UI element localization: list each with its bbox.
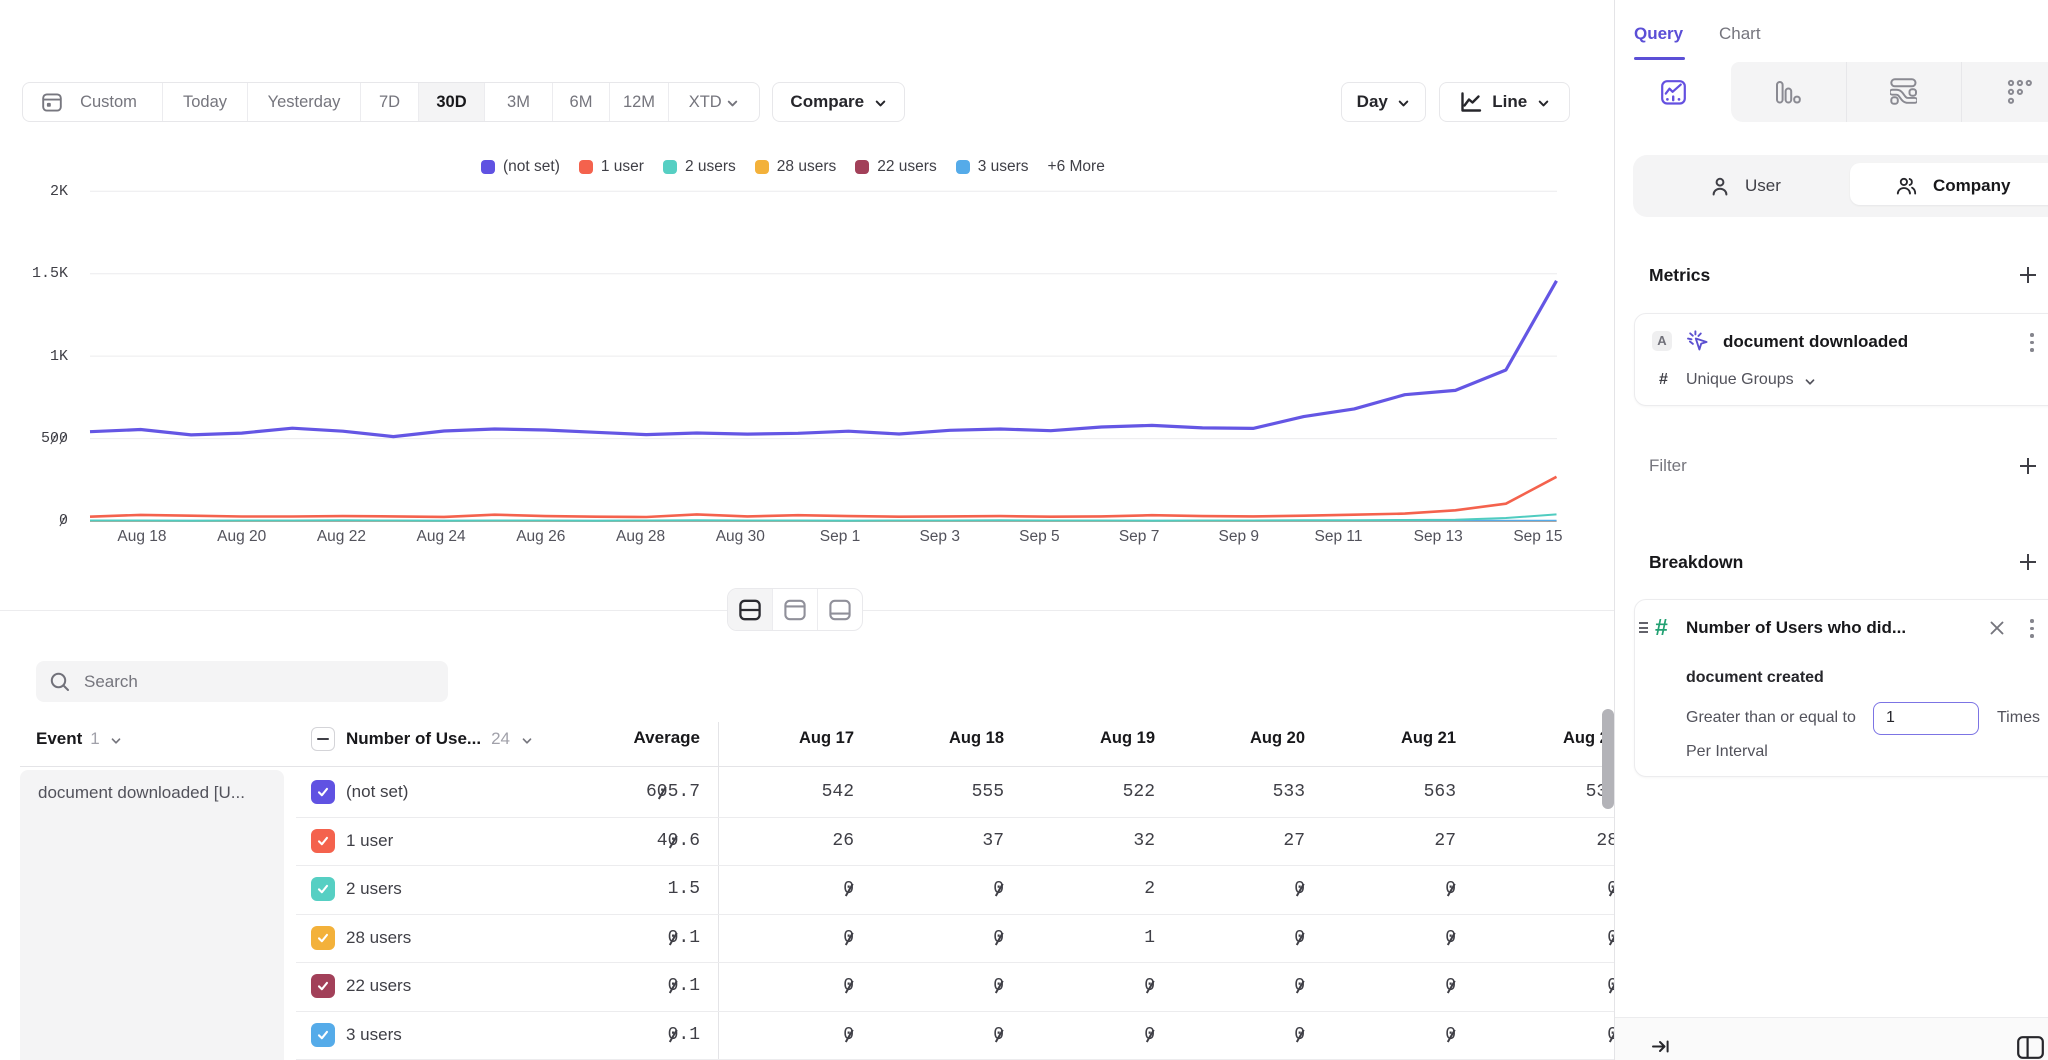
svg-text:Aug 26: Aug 26 (516, 528, 565, 545)
svg-text:Sep 11: Sep 11 (1315, 528, 1363, 545)
svg-text:Sep 9: Sep 9 (1219, 528, 1260, 545)
svg-text:Aug 22: Aug 22 (317, 528, 366, 545)
svg-text:Aug 24: Aug 24 (417, 528, 467, 545)
svg-text:Aug 18: Aug 18 (117, 528, 166, 545)
svg-text:Sep 7: Sep 7 (1119, 528, 1160, 545)
svg-text:Sep 13: Sep 13 (1414, 528, 1463, 545)
svg-text:Aug 28: Aug 28 (616, 528, 665, 545)
svg-text:Sep 15: Sep 15 (1513, 528, 1562, 545)
svg-text:Sep 3: Sep 3 (919, 528, 960, 545)
svg-text:Sep 1: Sep 1 (820, 528, 861, 545)
svg-text:Aug 30: Aug 30 (716, 528, 766, 545)
svg-text:Sep 5: Sep 5 (1019, 528, 1060, 545)
svg-text:Aug 20: Aug 20 (217, 528, 267, 545)
